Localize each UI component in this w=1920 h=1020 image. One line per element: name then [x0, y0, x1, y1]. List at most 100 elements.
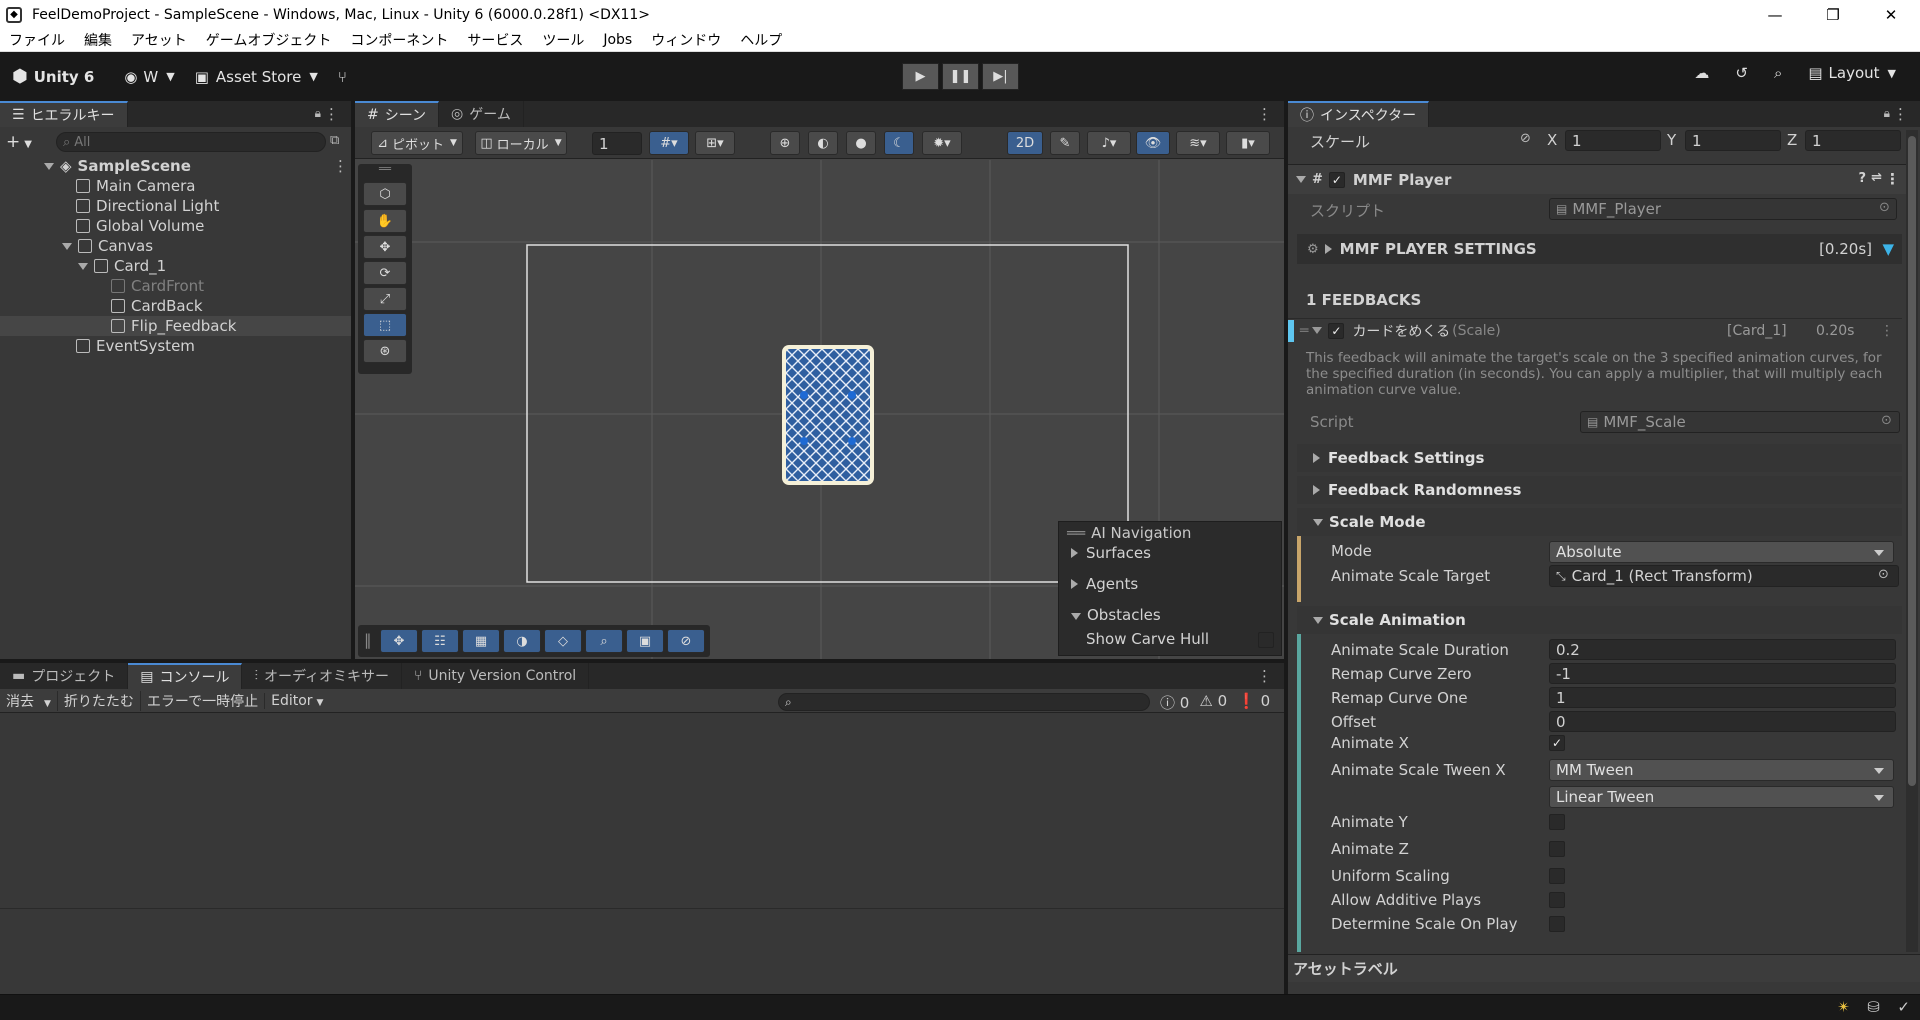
kebab-menu-icon[interactable]: ⋮	[1257, 667, 1272, 685]
remap-zero-input[interactable]: -1	[1549, 663, 1896, 684]
component-enabled-checkbox[interactable]: ✓	[1328, 171, 1345, 188]
console-search-input[interactable]: ⌕	[778, 693, 1150, 711]
card-sprite[interactable]	[782, 345, 874, 485]
show-carve-hull-checkbox[interactable]	[1258, 632, 1274, 648]
tween-x-dropdown[interactable]: MM Tween	[1549, 759, 1894, 781]
overlay-search-button[interactable]: ⌕	[585, 629, 623, 653]
overlay-lighting-button[interactable]: ◑	[503, 629, 541, 653]
hierarchy-item-directional-light[interactable]: Directional Light	[76, 196, 219, 216]
play-button[interactable]: ▶	[902, 63, 939, 90]
cache-server-icon[interactable]: ⛁	[1867, 998, 1880, 1016]
ai-nav-obstacles[interactable]: Obstacles	[1071, 606, 1161, 624]
drag-handle-icon[interactable]: ═	[1300, 323, 1308, 339]
unity-account-button[interactable]: ⬢ Unity 6	[12, 66, 94, 87]
hierarchy-item-cardback[interactable]: CardBack	[111, 296, 203, 316]
tween-curve-dropdown[interactable]: Linear Tween	[1549, 786, 1894, 808]
scrollbar-thumb[interactable]	[1908, 136, 1916, 786]
scale-z-input[interactable]: 1	[1805, 130, 1901, 151]
overlay-grid-button[interactable]: ▦	[462, 629, 500, 653]
rect-tool-button[interactable]: ⬚	[363, 313, 407, 337]
grid-size-input[interactable]: 1	[592, 132, 642, 155]
draw-mode-lit-button[interactable]: ☾	[884, 131, 914, 155]
hierarchy-item-eventsystem[interactable]: EventSystem	[76, 336, 195, 356]
tab-unity-version-control[interactable]: ⑂ Unity Version Control	[402, 663, 590, 689]
animate-y-checkbox[interactable]	[1549, 814, 1565, 830]
history-icon[interactable]: ↺	[1735, 64, 1748, 82]
overlay-compass-button[interactable]: ⊘	[667, 629, 705, 653]
error-pause-button[interactable]: エラーで一時停止	[139, 690, 264, 711]
filter-icon[interactable]: ⧉	[330, 133, 339, 148]
scale-y-input[interactable]: 1	[1685, 130, 1781, 151]
grid-snap-button[interactable]: #▾	[649, 131, 689, 155]
menu-services[interactable]: サービス	[458, 30, 533, 50]
pause-button[interactable]: ❚❚	[942, 63, 979, 90]
kebab-menu-icon[interactable]: ⋮	[1880, 323, 1894, 339]
tab-project[interactable]: ▬ プロジェクト	[0, 663, 129, 689]
tab-console[interactable]: ▤ コンソール	[128, 663, 243, 689]
error-count[interactable]: ❗ 0	[1237, 692, 1270, 713]
maximize-button[interactable]: ❐	[1804, 0, 1862, 29]
duration-input[interactable]: 0.2	[1549, 639, 1896, 660]
menu-assets[interactable]: アセット	[122, 30, 197, 50]
draw-mode-shaded-button[interactable]: ●	[846, 131, 876, 155]
player-settings-header[interactable]: ⚙ MMF PLAYER SETTINGS [0.20s] ▼	[1297, 234, 1902, 264]
tab-audio-mixer[interactable]: ⫶ オーディオミキサー	[242, 663, 402, 689]
kebab-menu-icon[interactable]: ⋮	[324, 105, 339, 123]
allow-additive-checkbox[interactable]	[1549, 892, 1565, 908]
menu-file[interactable]: ファイル	[0, 30, 75, 50]
help-icon[interactable]: ?	[1858, 171, 1866, 186]
visibility-toggle-button[interactable]: 👁︎	[1136, 131, 1170, 155]
version-control-icon[interactable]: ⑂	[338, 68, 347, 86]
console-log-area[interactable]	[0, 714, 1284, 909]
tab-scene[interactable]: # シーン	[355, 101, 440, 127]
object-picker-icon[interactable]: ⊙	[1878, 567, 1889, 582]
menu-help[interactable]: ヘルプ	[731, 30, 792, 50]
menu-edit[interactable]: 編集	[75, 30, 122, 50]
object-picker-icon[interactable]: ⊙	[1879, 200, 1890, 215]
close-button[interactable]: ✕	[1862, 0, 1920, 29]
info-count[interactable]: ⓘ 0	[1160, 692, 1189, 713]
uniform-scaling-checkbox[interactable]	[1549, 868, 1565, 884]
hand-tool-button[interactable]: ✋	[363, 209, 407, 233]
collapse-button[interactable]: 折りたたむ	[56, 690, 140, 711]
preset-icon[interactable]: ⇌	[1871, 170, 1882, 185]
dropdown-triangle-icon[interactable]: ▼	[1882, 240, 1894, 258]
cloud-icon[interactable]: ☁	[1694, 64, 1709, 82]
menu-component[interactable]: コンポーネント	[341, 30, 458, 50]
transform-tool-button[interactable]: ⊛	[363, 339, 407, 363]
kebab-menu-icon[interactable]: ⋮	[333, 157, 348, 175]
pivot-dropdown[interactable]: ⊿ ピボット ▼	[371, 131, 463, 155]
hierarchy-item-canvas[interactable]: Canvas	[62, 236, 153, 256]
overlay-sliders-button[interactable]: ☷	[421, 629, 459, 653]
account-dropdown[interactable]: ◉ W ▼	[124, 68, 174, 86]
warning-count[interactable]: ⚠ 0	[1199, 692, 1227, 713]
component-header[interactable]: # ✓ MMF Player ? ⇌ ⋮	[1288, 164, 1906, 194]
animate-z-checkbox[interactable]	[1549, 841, 1565, 857]
notification-icon[interactable]: ✴	[1837, 998, 1850, 1016]
feedback-item-header[interactable]: ═ ✓ カードをめくる (Scale) [Card_1] 0.20s ⋮	[1288, 318, 1902, 342]
hierarchy-item-main-camera[interactable]: Main Camera	[76, 176, 195, 196]
kebab-menu-icon[interactable]: ⋮	[1893, 105, 1908, 123]
scale-x-input[interactable]: 1	[1565, 130, 1661, 151]
draw-mode-wireframe-button[interactable]: ⊕	[770, 131, 800, 155]
hierarchy-search-input[interactable]: ⌕ All	[56, 132, 326, 152]
drag-handle-icon[interactable]: ══	[1067, 524, 1085, 542]
feedback-active-checkbox[interactable]: ✓	[1328, 322, 1345, 339]
animate-x-checkbox[interactable]: ✓	[1549, 735, 1565, 751]
kebab-menu-icon[interactable]: ⋮	[1257, 105, 1272, 123]
hierarchy-scene-root[interactable]: ◈ SampleScene	[44, 156, 191, 176]
add-object-button[interactable]: + ▼	[6, 132, 32, 152]
determine-scale-checkbox[interactable]	[1549, 916, 1565, 932]
mode-2d-button[interactable]: 2D	[1007, 131, 1043, 155]
clear-button[interactable]: 消去 ▼	[0, 691, 57, 711]
mode-dropdown[interactable]: Absolute	[1549, 541, 1894, 563]
asset-labels-bar[interactable]: アセットラベル	[1288, 954, 1920, 982]
feedback-randomness-foldout[interactable]: Feedback Randomness	[1297, 476, 1902, 504]
hierarchy-item-flip-feedback[interactable]: Flip_Feedback	[0, 316, 351, 336]
menu-window[interactable]: ウィンドウ	[642, 30, 731, 50]
search-icon[interactable]: ⌕	[1774, 64, 1782, 82]
hierarchy-item-card-1[interactable]: Card_1	[78, 256, 166, 276]
minimize-button[interactable]: —	[1746, 0, 1804, 29]
audio-toggle-button[interactable]: ♪▾	[1087, 131, 1131, 155]
step-button[interactable]: ▶|	[982, 63, 1019, 90]
